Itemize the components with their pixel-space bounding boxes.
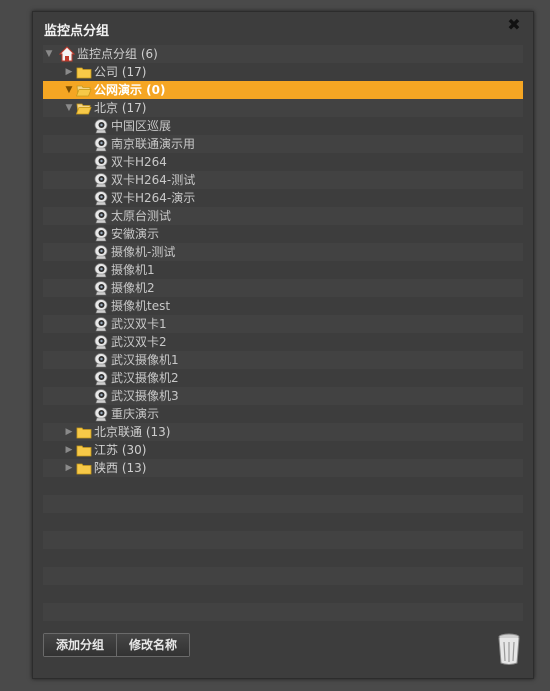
tree-node-shaanxi[interactable]: ▶ 陕西 (13) [43, 459, 523, 477]
camera-item[interactable]: 武汉摄像机1 [43, 351, 523, 369]
tree-root-label: 监控点分组 (6) [77, 47, 158, 61]
monitor-group-dialog: 监控点分组 ✖ ▼ 监控点分组 (6) ▶ 公司 (17) ▼ 公网演示 (0)… [32, 11, 534, 679]
camera-icon [94, 263, 108, 278]
camera-item[interactable]: 中国区巡展 [43, 117, 523, 135]
trash-icon[interactable] [497, 632, 521, 666]
dialog-titlebar: 监控点分组 ✖ [33, 12, 533, 42]
camera-item[interactable]: 摄像机test [43, 297, 523, 315]
camera-item[interactable]: 武汉双卡2 [43, 333, 523, 351]
rename-button[interactable]: 修改名称 [116, 634, 190, 656]
camera-label: 双卡H264 [111, 155, 167, 169]
camera-icon [94, 137, 108, 152]
tree-node-jiangsu[interactable]: ▶ 江苏 (30) [43, 441, 523, 459]
footer-button-group: 添加分组 修改名称 [43, 633, 191, 657]
camera-icon [94, 407, 108, 422]
tree-node-label: 陕西 (13) [94, 461, 147, 475]
empty-row [43, 477, 523, 495]
empty-row [43, 603, 523, 621]
camera-label: 摄像机-测试 [111, 245, 176, 259]
expand-toggle-icon[interactable]: ▼ [64, 81, 74, 99]
beijing-camera-list: 中国区巡展南京联通演示用 双卡H264 双卡H264-测试 双卡H264-演示 太原台测… [43, 117, 523, 423]
empty-row [43, 567, 523, 585]
tree-empty-area [43, 477, 523, 621]
empty-row [43, 585, 523, 603]
home-icon [59, 46, 75, 62]
camera-item[interactable]: 武汉摄像机2 [43, 369, 523, 387]
camera-icon [94, 353, 108, 368]
camera-icon [94, 245, 108, 260]
folder-icon [76, 445, 92, 457]
camera-label: 摄像机test [111, 299, 171, 313]
empty-row [43, 549, 523, 567]
folder-icon [76, 463, 92, 475]
camera-label: 双卡H264-测试 [111, 173, 196, 187]
tree-node-beijing[interactable]: ▼ 北京 (17) [43, 99, 523, 117]
camera-icon [94, 191, 108, 206]
camera-icon [94, 389, 108, 404]
camera-label: 南京联通演示用 [111, 137, 196, 151]
camera-item[interactable]: 双卡H264-测试 [43, 171, 523, 189]
folder-open-icon [76, 103, 92, 115]
camera-item[interactable]: 武汉摄像机3 [43, 387, 523, 405]
camera-label: 摄像机1 [111, 263, 155, 277]
camera-item[interactable]: 安徽演示 [43, 225, 523, 243]
tree-node-beijing-liantong[interactable]: ▶ 北京联通 (13) [43, 423, 523, 441]
add-group-button[interactable]: 添加分组 [44, 634, 117, 656]
camera-label: 武汉摄像机2 [111, 371, 179, 385]
camera-label: 太原台测试 [111, 209, 172, 223]
camera-item[interactable]: 双卡H264-演示 [43, 189, 523, 207]
camera-item[interactable]: 双卡H264 [43, 153, 523, 171]
camera-item[interactable]: 摄像机1 [43, 261, 523, 279]
folder-icon [76, 67, 92, 79]
tree-node-label: 北京联通 (13) [94, 425, 171, 439]
tree-node-label: 北京 (17) [94, 101, 147, 115]
camera-label: 安徽演示 [111, 227, 160, 241]
folder-icon [76, 427, 92, 439]
camera-label: 武汉双卡2 [111, 335, 167, 349]
expand-toggle-icon[interactable]: ▶ [64, 423, 74, 441]
tree-node-gongsi[interactable]: ▶ 公司 (17) [43, 63, 523, 81]
camera-icon [94, 119, 108, 134]
tree-node-label: 江苏 (30) [94, 443, 147, 457]
camera-icon [94, 281, 108, 296]
camera-item[interactable]: 南京联通演示用 [43, 135, 523, 153]
camera-icon [94, 227, 108, 242]
camera-icon [94, 173, 108, 188]
expand-toggle-icon[interactable]: ▶ [64, 441, 74, 459]
expand-toggle-icon[interactable]: ▶ [64, 63, 74, 81]
camera-item[interactable]: 武汉双卡1 [43, 315, 523, 333]
expand-toggle-icon[interactable]: ▼ [64, 99, 74, 117]
camera-label: 武汉双卡1 [111, 317, 167, 331]
camera-item[interactable]: 重庆演示 [43, 405, 523, 423]
close-icon[interactable]: ✖ [506, 17, 522, 33]
camera-icon [94, 317, 108, 332]
empty-row [43, 513, 523, 531]
camera-label: 武汉摄像机3 [111, 389, 179, 403]
camera-item[interactable]: 太原台测试 [43, 207, 523, 225]
camera-label: 双卡H264-演示 [111, 191, 196, 205]
camera-icon [94, 335, 108, 350]
empty-row [43, 495, 523, 513]
tree-root[interactable]: ▼ 监控点分组 (6) [43, 45, 523, 63]
camera-label: 重庆演示 [111, 407, 160, 421]
tree-node-gongwang[interactable]: ▼ 公网演示 (0) [43, 81, 523, 99]
camera-label: 摄像机2 [111, 281, 155, 295]
camera-icon [94, 299, 108, 314]
camera-icon [94, 209, 108, 224]
tree-node-label: 公网演示 (0) [94, 83, 166, 97]
tree-node-label: 公司 (17) [94, 65, 147, 79]
expand-toggle-icon[interactable]: ▶ [64, 459, 74, 477]
dialog-title: 监控点分组 [44, 24, 110, 39]
camera-icon [94, 371, 108, 386]
expand-toggle-icon[interactable]: ▼ [44, 45, 54, 63]
camera-label: 中国区巡展 [111, 119, 172, 133]
camera-icon [94, 155, 108, 170]
folder-open-icon [76, 85, 92, 97]
camera-label: 武汉摄像机1 [111, 353, 179, 367]
empty-row [43, 531, 523, 549]
camera-item[interactable]: 摄像机-测试 [43, 243, 523, 261]
camera-item[interactable]: 摄像机2 [43, 279, 523, 297]
group-tree: ▼ 监控点分组 (6) ▶ 公司 (17) ▼ 公网演示 (0) ▼ 北京 (1… [43, 45, 523, 621]
